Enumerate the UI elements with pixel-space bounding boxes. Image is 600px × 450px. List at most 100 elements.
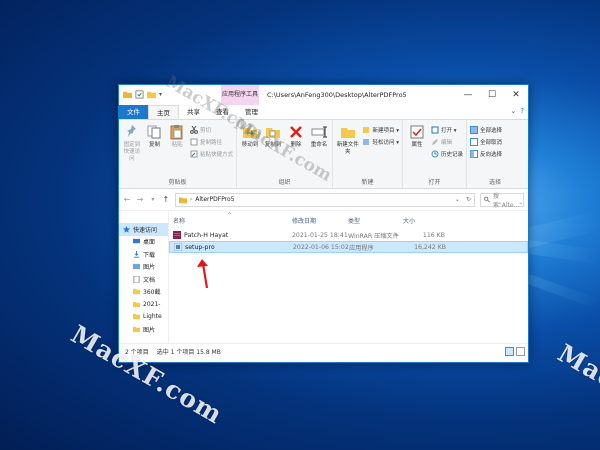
- qat-dropdown-icon[interactable]: ▾: [159, 91, 162, 98]
- nav-item-desktop[interactable]: 桌面: [119, 236, 168, 249]
- shortcut-icon: [190, 150, 198, 158]
- select-all-icon: [470, 126, 478, 134]
- maximize-button[interactable]: ☐: [480, 85, 504, 105]
- nav-item-folder-pictures[interactable]: 图片: [119, 323, 168, 336]
- desktop-icon: [133, 239, 140, 244]
- recent-dropdown-icon[interactable]: ▾: [149, 196, 157, 203]
- group-label-select: 选择: [488, 179, 501, 186]
- search-input[interactable]: 搜索"Alte...": [479, 192, 525, 209]
- up-button[interactable]: ↑: [162, 195, 170, 204]
- folder-icon: [178, 197, 187, 203]
- close-button[interactable]: ✕: [504, 85, 528, 105]
- easy-access-button[interactable]: 轻松访问 ▾: [362, 137, 399, 147]
- file-date: 2022-01-06 15:02: [293, 243, 349, 251]
- file-size: 116 KB: [422, 231, 445, 239]
- select-all-button[interactable]: 全部选择: [470, 125, 502, 135]
- context-tab-app-tools[interactable]: 应用程序工具: [221, 85, 259, 105]
- breadcrumb[interactable]: AlterPDFPro5: [195, 196, 234, 203]
- open-button[interactable]: 打开 ▾: [431, 125, 463, 135]
- folder-icon: [133, 289, 140, 295]
- group-clipboard: 固定到快速访问 复制 粘贴 剪切 复制路径 粘贴快捷方式 剪贴板: [119, 120, 237, 188]
- nav-item-folder-lighte[interactable]: Lighte: [119, 311, 168, 324]
- window-title: C:\Users\AnFeng300\Desktop\AlterPDFPro5: [267, 91, 407, 99]
- chevron-down-icon[interactable]: ⌄: [510, 107, 516, 115]
- large-icons-view-button[interactable]: [516, 347, 525, 356]
- folder-icon: [123, 91, 132, 99]
- document-icon: [133, 275, 140, 283]
- address-bar[interactable]: › AlterPDFPro5 ⌄ ↻: [174, 192, 475, 207]
- group-open: 属性 打开 ▾ 编辑 历史记录 打开: [403, 120, 467, 188]
- new-item-button[interactable]: 新建项目 ▾: [362, 125, 399, 135]
- forward-button[interactable]: →: [136, 195, 144, 204]
- address-dropdown-icon[interactable]: ⌄: [455, 196, 463, 203]
- window-controls: — ☐ ✕: [456, 85, 528, 105]
- properties-icon[interactable]: [135, 90, 144, 99]
- status-bar: 2 个项目 选中 1 个项目 15.8 MB: [119, 343, 528, 359]
- new-item-icon: [363, 127, 370, 133]
- column-date[interactable]: 修改日期: [292, 216, 348, 225]
- invert-selection-icon: [470, 150, 478, 158]
- column-type[interactable]: 类型: [348, 216, 403, 225]
- rename-icon: [311, 126, 327, 138]
- history-button[interactable]: 历史记录: [431, 149, 463, 159]
- nav-item-pictures[interactable]: 图片: [119, 261, 168, 274]
- ribbon-tabs: 文件 主页 共享 查看 管理 ⌄ ?: [119, 105, 528, 119]
- nav-item-folder-2021[interactable]: 2021-: [119, 298, 168, 311]
- file-type: 应用程序: [349, 244, 374, 252]
- file-row[interactable]: Patch-H Hayat 2021-01-25 18:41 WinRAR 压缩…: [169, 229, 528, 241]
- scissors-icon: [190, 126, 198, 134]
- file-name: setup-pro: [185, 243, 215, 251]
- watermark-logo-edge: Mac: [552, 338, 600, 395]
- nav-item-folder-360[interactable]: 360截: [119, 286, 168, 299]
- file-row-selected[interactable]: setup-pro 2022-01-06 15:02 应用程序 16,242 K…: [169, 241, 528, 253]
- nav-item-documents[interactable]: 文档: [119, 273, 168, 286]
- view-toggle: [505, 347, 525, 356]
- quick-access-toolbar: ▾: [123, 90, 162, 99]
- search-icon: [484, 196, 490, 203]
- new-folder-icon[interactable]: [147, 90, 156, 99]
- properties-icon: [410, 125, 424, 139]
- pin-icon: [126, 125, 136, 137]
- new-folder-icon: [340, 128, 355, 138]
- minimize-button[interactable]: —: [456, 85, 480, 105]
- help-icon[interactable]: ?: [520, 107, 524, 115]
- group-label-new: 新建: [361, 179, 374, 186]
- edit-button[interactable]: 编辑: [431, 137, 463, 147]
- select-none-button[interactable]: 全部取消: [470, 137, 502, 147]
- breadcrumb-separator-icon: ›: [189, 196, 193, 203]
- sort-arrow-icon: ^: [227, 212, 233, 219]
- ribbon-extras: ⌄ ?: [510, 107, 524, 115]
- nav-item-downloads[interactable]: 下载: [119, 248, 168, 261]
- delete-icon: [290, 126, 302, 138]
- folder-icon: [133, 301, 140, 307]
- tab-home[interactable]: 主页: [148, 105, 179, 119]
- navigation-pane: 快速访问 桌面 下载 图片 文档 360截 2021- Lighte 图片: [119, 211, 169, 343]
- picture-icon: [133, 264, 140, 270]
- folder-icon: [133, 326, 140, 332]
- group-new: 新建文件夹 新建项目 ▾ 轻松访问 ▾ 新建: [333, 120, 403, 188]
- rar-archive-icon: [173, 231, 181, 239]
- copy-path-button[interactable]: 复制路径: [190, 137, 233, 147]
- history-icon: [431, 150, 439, 158]
- copy-icon: [147, 125, 161, 139]
- explorer-window: ▾ 应用程序工具 C:\Users\AnFeng300\Desktop\Alte…: [118, 84, 529, 363]
- annotation-arrow-icon: [197, 259, 209, 289]
- group-label-clipboard: 剪贴板: [168, 179, 187, 186]
- edit-icon: [431, 139, 438, 145]
- tab-file[interactable]: 文件: [119, 105, 148, 119]
- file-size: 16,242 KB: [414, 243, 446, 251]
- folder-icon: [133, 314, 140, 320]
- easy-access-icon: [363, 139, 370, 145]
- back-button[interactable]: ←: [123, 195, 131, 204]
- paste-shortcut-button[interactable]: 粘贴快捷方式: [190, 149, 233, 159]
- content-area: 快速访问 桌面 下载 图片 文档 360截 2021- Lighte 图片 ^ …: [119, 211, 528, 343]
- file-name: Patch-H Hayat: [184, 231, 229, 239]
- file-date: 2021-01-25 18:41: [292, 231, 348, 239]
- invert-selection-button[interactable]: 反向选择: [470, 149, 502, 159]
- clipboard-icon: [170, 125, 183, 140]
- refresh-icon[interactable]: ↻: [466, 196, 474, 203]
- details-view-button[interactable]: [505, 347, 514, 356]
- nav-item-quick-access[interactable]: 快速访问: [119, 223, 168, 236]
- column-size[interactable]: 大小: [403, 216, 451, 225]
- installer-icon: [174, 243, 182, 251]
